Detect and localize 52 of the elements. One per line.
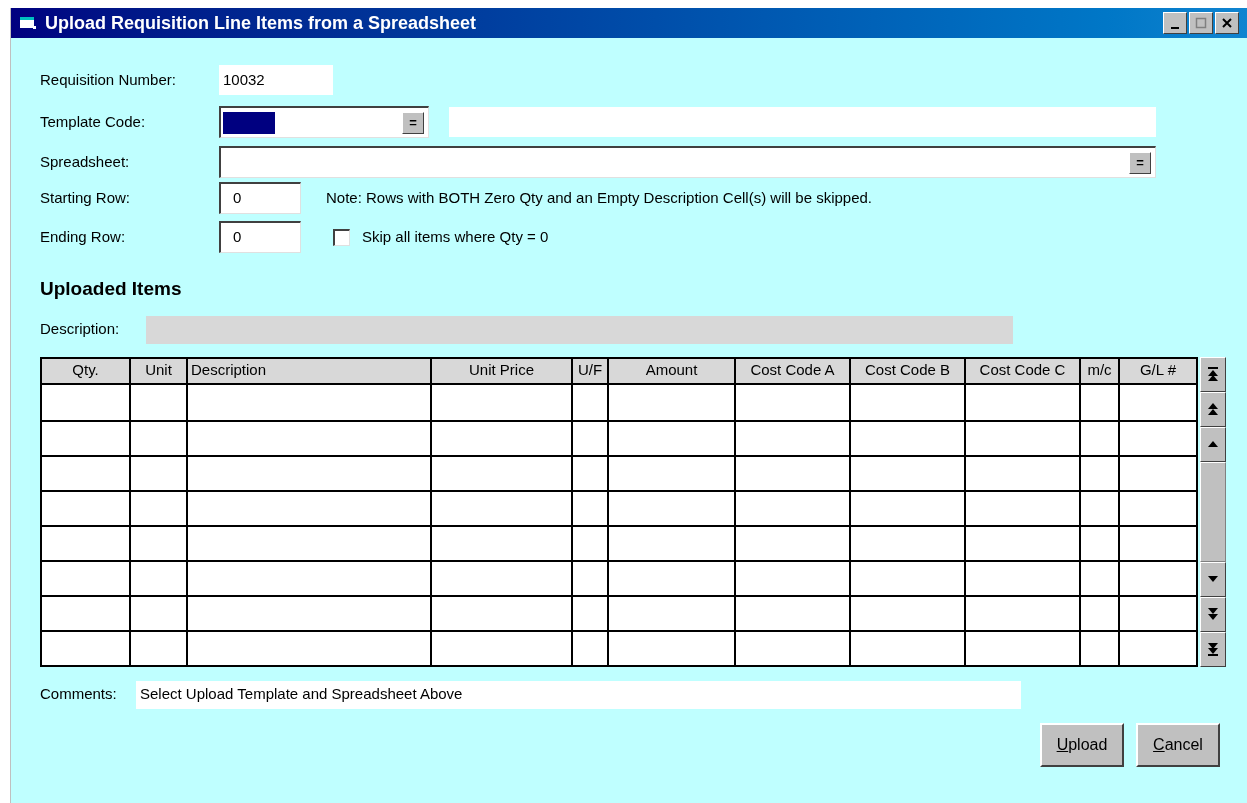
spreadsheet-field[interactable]: = [219,146,1156,178]
browse-button[interactable]: = [1129,151,1151,174]
comments-field: Select Upload Template and Spreadsheet Above [136,680,1021,709]
maximize-button[interactable] [1189,12,1213,34]
section-heading: Uploaded Items [40,277,183,301]
scroll-button[interactable] [1200,561,1226,597]
column-header: Amount [607,358,734,383]
field-label: Ending Row: [40,226,127,247]
checkbox-label: Skip all items where Qty = 0 [362,226,549,247]
minimize-button[interactable] [1163,12,1187,34]
scroll-to-top-icon [1208,367,1218,381]
field-label: Description: [40,319,121,340]
starting-row-field[interactable]: 0 [219,182,301,214]
dialog-button[interactable]: Upload [1040,722,1124,767]
column-header: Cost Code B [849,358,964,383]
window-title: Upload Requisition Line Items from a Spreadsheet [45,11,478,35]
column-header: Qty. [71,360,100,381]
column-header: Cost Code C [964,358,1079,383]
skip-zero-qty-checkbox[interactable] [333,228,350,246]
column-header: U/F [571,358,607,383]
window-icon [19,15,37,31]
field-label: Starting Row: [40,187,132,208]
dialog-button[interactable]: Cancel [1136,722,1220,767]
scroll-down-icon [1208,576,1218,582]
maximize-icon [1195,17,1207,29]
column-header: G/L # [1118,358,1196,383]
browse-button[interactable]: = [402,111,424,134]
requisition-number-field: 10032 [219,65,333,95]
scroll-button[interactable] [1200,391,1226,427]
minimize-icon [1171,27,1179,29]
close-button[interactable] [1215,12,1239,34]
scroll-up-icon [1208,441,1218,447]
column-header: m/c [1079,358,1118,383]
template-code-combo[interactable]: = [219,106,429,138]
column-header: Cost Code A [734,358,849,383]
page-up-icon [1208,403,1218,415]
column-header: Unit Price [430,358,571,383]
column-header: Unit [129,358,186,383]
scroll-button[interactable] [1200,631,1226,667]
scroll-button[interactable] [1200,426,1226,462]
scroll-button[interactable] [1200,596,1226,632]
scroll-button[interactable] [1200,356,1226,392]
scroll-to-bottom-icon [1208,642,1218,656]
close-icon [1221,17,1233,29]
field-label: Comments: [40,684,118,705]
column-header: Description [186,358,430,383]
page-down-icon [1208,608,1218,620]
field-label: Spreadsheet: [40,151,131,172]
ending-row-field[interactable]: 0 [219,221,301,253]
note-text: Note: Rows with BOTH Zero Qty and an Empty Description Cell(s) will be skipped. [326,187,873,208]
field-label: Template Code: [40,111,147,132]
field-label: Requisition Number: [40,69,177,90]
